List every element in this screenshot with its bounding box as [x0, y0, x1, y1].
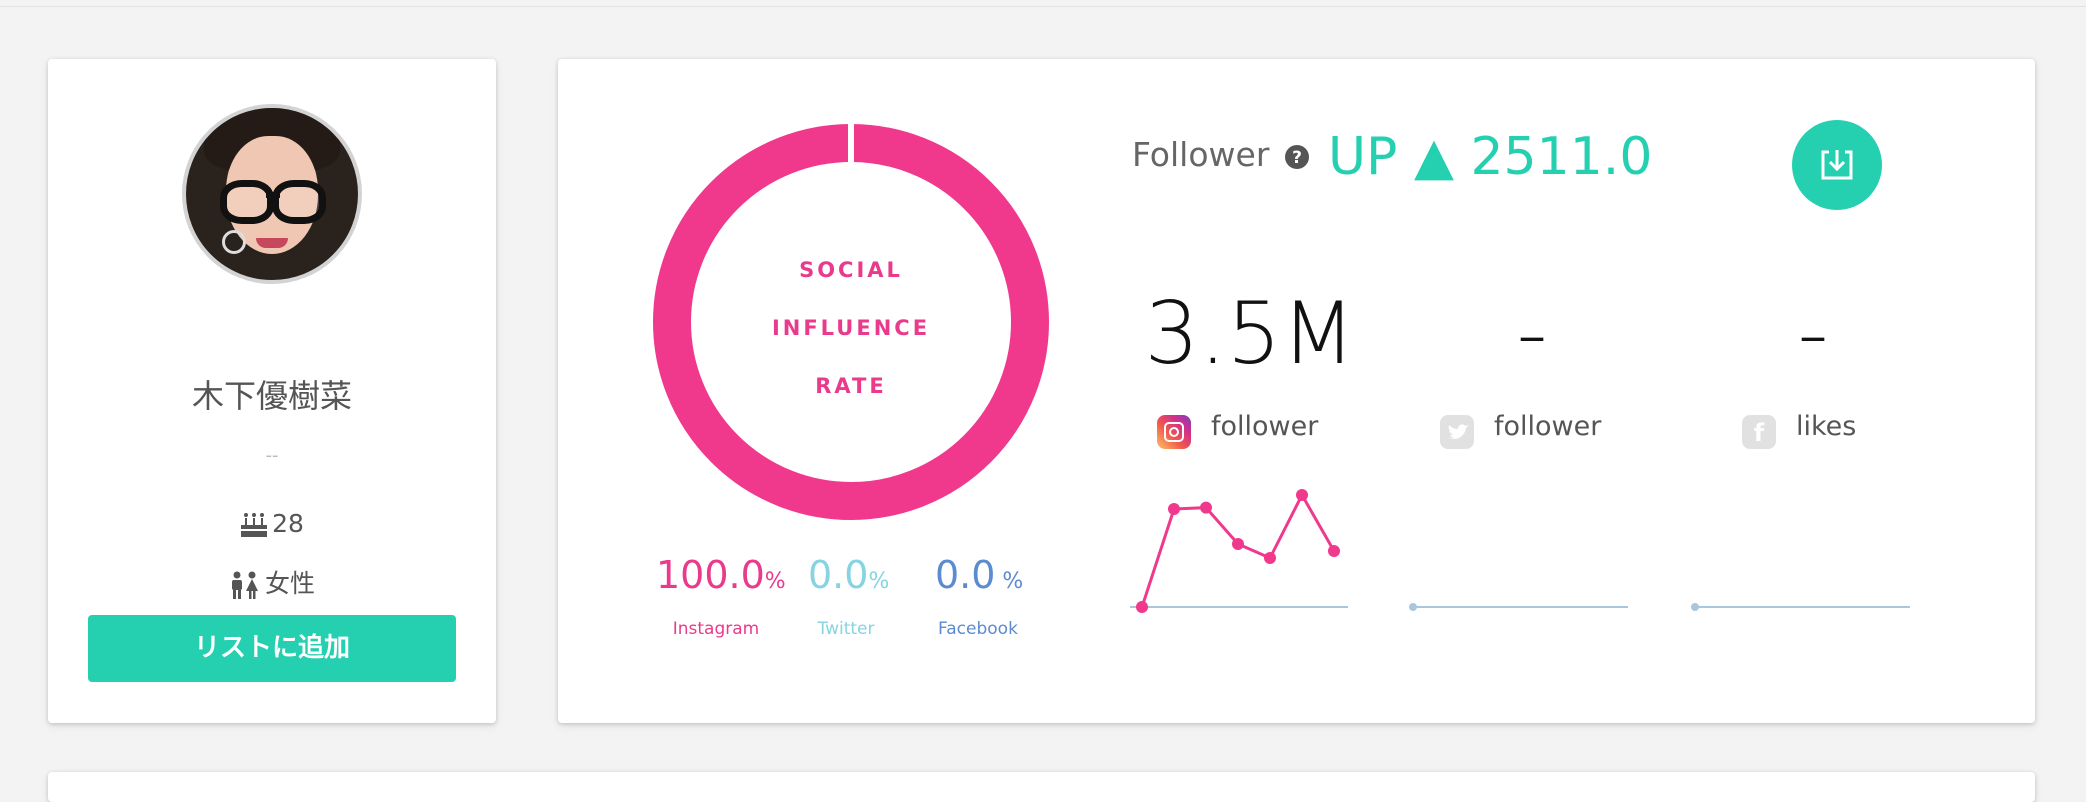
instagram-share-label: Instagram [672, 619, 760, 639]
donut-label-influence: INFLUENCE [771, 316, 931, 340]
influence-card: SOCIAL INFLUENCE RATE 100.0% 0.0% 0.0 % … [558, 59, 2035, 723]
twitter-icon [1440, 415, 1474, 449]
donut-label-rate: RATE [815, 374, 887, 398]
profile-card: 木下優樹菜 -- 28 女性 リストに追加 [48, 59, 496, 723]
profile-subtitle: -- [265, 445, 279, 466]
sparkline-empty-point [1409, 603, 1417, 611]
sparkline-point [1328, 545, 1340, 557]
top-divider [0, 6, 2086, 7]
sparkline-point [1200, 501, 1212, 514]
donut-label-social: SOCIAL [799, 258, 903, 282]
twitter-share-value: 0.0% [808, 553, 890, 597]
facebook-icon: f [1742, 415, 1776, 449]
question-circle-icon[interactable]: ? [1284, 144, 1310, 170]
add-to-list-button[interactable]: リストに追加 [88, 615, 456, 682]
twitter-follower-count: - [1516, 284, 1548, 384]
facebook-likes-count: - [1797, 284, 1829, 384]
follower-growth-trend: UP ▲ 2511.0 [1328, 127, 1653, 187]
age-value: 28 [272, 509, 304, 538]
sparkline-point [1168, 503, 1180, 515]
instagram-trend-sparkline [1130, 489, 1348, 613]
sparkline-point [1264, 552, 1276, 564]
download-button[interactable] [1792, 120, 1882, 210]
gender-row: 女性 [48, 564, 496, 600]
sparkline-point [1136, 601, 1148, 613]
sparkline-empty-point [1691, 603, 1699, 611]
twitter-share-label: Twitter [817, 619, 875, 639]
sparkline-point [1296, 489, 1308, 501]
twitter-follower-label: follower [1494, 411, 1602, 442]
profile-name: 木下優樹菜 [191, 377, 352, 415]
facebook-trend-sparkline [1691, 603, 1910, 611]
next-section-card [48, 772, 2035, 802]
avatar [182, 104, 362, 284]
age-row: 28 [48, 509, 496, 538]
sparkline-point [1232, 538, 1244, 550]
instagram-share-value: 100.0% [656, 553, 786, 597]
instagram-follower-count: 3.5M [1144, 284, 1356, 384]
facebook-likes-label: likes [1796, 411, 1857, 442]
facebook-share-label: Facebook [938, 619, 1018, 639]
gender-value: 女性 [264, 569, 315, 598]
twitter-trend-sparkline [1409, 603, 1628, 611]
birthday-cake-icon [241, 513, 268, 537]
facebook-share-value: 0.0 % [935, 553, 1024, 597]
instagram-icon [1157, 415, 1191, 449]
follower-growth-label: Follower ? [1132, 135, 1310, 174]
male-female-icon [231, 571, 258, 599]
download-icon [1821, 150, 1853, 180]
instagram-follower-label: follower [1211, 411, 1319, 442]
svg-text:?: ? [1292, 148, 1302, 168]
